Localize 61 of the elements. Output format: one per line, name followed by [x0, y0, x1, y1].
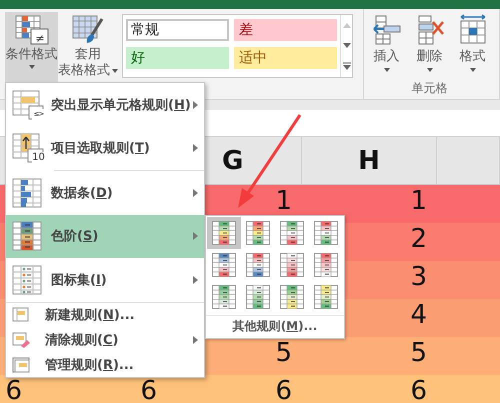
color-scale-icon	[280, 221, 304, 245]
conditional-format-button[interactable]: ≠ 条件格式	[5, 12, 58, 82]
table-cell: 1	[410, 190, 427, 214]
color-scales-icon	[12, 221, 44, 252]
color-scale-icon	[314, 221, 338, 245]
caret-icon	[28, 65, 34, 69]
table-cell: 6	[410, 380, 427, 403]
manage-rules-icon	[12, 356, 30, 373]
format-cells-icon	[458, 14, 488, 46]
color-scale-icon	[212, 285, 236, 309]
color-scale-icon	[280, 285, 304, 309]
color-scale-icon	[246, 253, 270, 277]
caret-icon	[112, 69, 118, 73]
color-scale-icon	[212, 221, 236, 245]
top-ten-number: 10	[32, 152, 45, 164]
menu-item[interactable]: 新建规则(N)...	[6, 302, 204, 328]
table-cell: 5	[275, 342, 292, 366]
table-cell: 4	[410, 304, 427, 328]
icon-sets-icon	[12, 265, 44, 296]
table-cell: 5	[410, 342, 427, 366]
table-cell: 6	[140, 380, 157, 403]
data-bars-icon	[12, 178, 44, 208]
caret-icon	[426, 68, 432, 72]
caret-icon	[384, 68, 390, 72]
color-scale-option[interactable]	[207, 217, 241, 249]
format-cells-button[interactable]: 格式	[452, 14, 493, 72]
cell-style-option[interactable]: 差	[234, 19, 337, 41]
cell-style-option[interactable]: 好	[126, 47, 229, 69]
caret-icon	[470, 68, 476, 72]
menu-item[interactable]: 清除规则(C)	[6, 328, 204, 352]
insert-cells-icon	[372, 14, 402, 46]
more-icon[interactable]	[342, 62, 350, 70]
column-header[interactable]: H	[302, 137, 437, 184]
cell-style-option[interactable]: 适中	[234, 47, 337, 69]
table-cell: 6	[5, 380, 22, 403]
color-scale-icon	[280, 253, 304, 277]
more-rules-item[interactable]: 其他规则(M)...	[206, 315, 344, 337]
color-scale-icon	[246, 221, 270, 245]
not-equal-symbol: ≠	[34, 32, 46, 45]
table-format-label-line: 套用	[75, 47, 101, 63]
table-cell: 6	[275, 380, 292, 403]
conditional-format-icon	[14, 15, 48, 45]
table-cell: 3	[410, 266, 427, 290]
color-scale-icon	[314, 285, 338, 309]
table-brush-icon	[72, 15, 104, 45]
table-format-label-line: 表格格式	[58, 63, 110, 79]
table-format-button[interactable]: 套用 表格格式	[58, 12, 118, 82]
menu-item[interactable]: 色阶(S)	[6, 214, 204, 258]
table-cell: 1	[275, 190, 292, 214]
color-scale-icon	[314, 253, 338, 277]
color-scale-icon	[212, 253, 236, 277]
scroll-down-icon[interactable]	[342, 42, 350, 48]
menu-item[interactable]: 图标集(I)	[6, 258, 204, 302]
delete-cells-button[interactable]: 删除	[409, 14, 450, 72]
color-scale-icon	[246, 285, 270, 309]
table-cell: 2	[410, 228, 427, 252]
eraser-icon	[12, 332, 30, 348]
group-label: 单元格	[412, 80, 448, 97]
cell-style-option[interactable]: 常规	[126, 19, 229, 41]
insert-cells-button[interactable]: 插入	[366, 14, 407, 72]
menu-item[interactable]: 管理规则(R)...	[6, 352, 204, 378]
